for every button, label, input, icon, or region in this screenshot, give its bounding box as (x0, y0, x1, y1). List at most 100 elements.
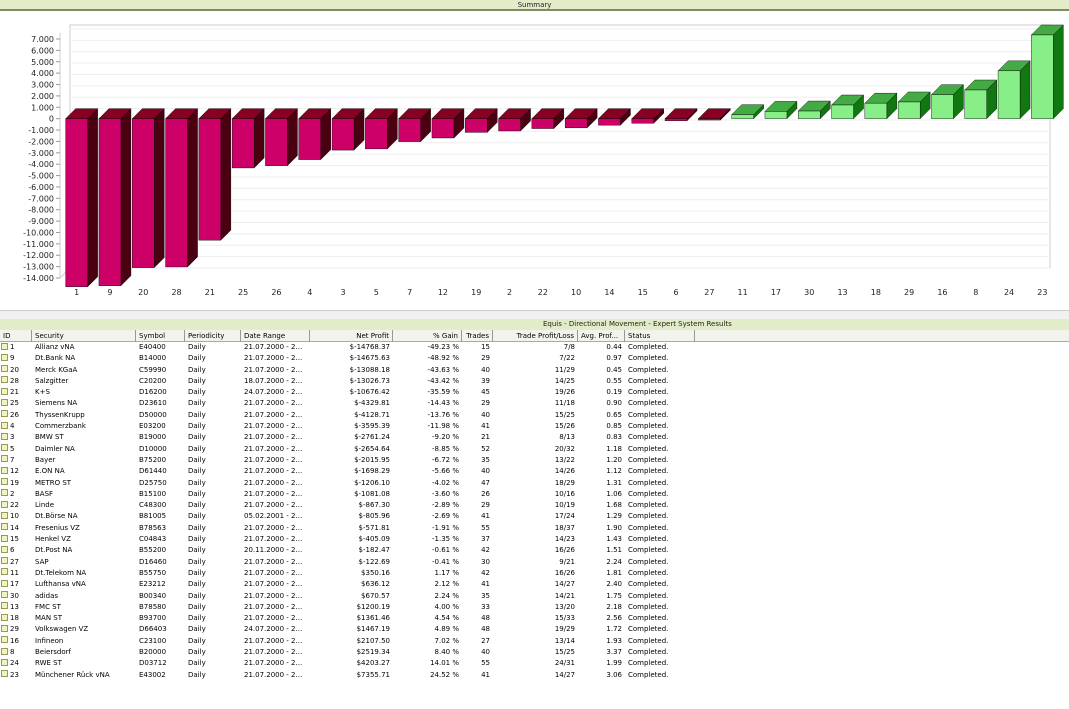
x-tick-label: 27 (704, 288, 714, 297)
cell-symbol: B14000 (139, 354, 167, 363)
cell--gain: 14.01 % (430, 659, 459, 668)
result-icon (1, 613, 8, 621)
cell-security: Allianz vNA (35, 343, 75, 351)
column-header[interactable]: Periodicity (185, 330, 241, 342)
x-tick-label: 17 (771, 288, 781, 297)
cell-security: Dt.Börse NA (35, 512, 78, 521)
table-row[interactable]: 14 Fresenius VZ B78563 Daily 21.07.2000 - 2.… (0, 523, 1069, 534)
y-tick-label: -2.000 (28, 137, 54, 146)
result-icon (1, 398, 8, 406)
table-row[interactable]: 21 K+S D16200 Daily 24.07.2000 - 2... $-10676… (0, 387, 1069, 398)
cell-security: MAN ST (35, 614, 63, 623)
cell-net-profit: $-1698.29 (354, 467, 390, 476)
bar-front (531, 118, 555, 129)
column-header[interactable]: Symbol (136, 330, 185, 342)
bar-side (1053, 24, 1064, 120)
cell-status: Completed. (628, 568, 669, 577)
cell-date-range: 20.11.2000 - 2... (244, 546, 303, 555)
cell-net-profit: $-1206.10 (354, 478, 390, 487)
cell--gain: -49.23 % (427, 343, 459, 351)
cell-id: 24 (10, 659, 19, 668)
table-row[interactable]: 16 Infineon C23100 Daily 21.07.2000 - 2... $2… (0, 636, 1069, 647)
table-row[interactable]: 30 adidas B00340 Daily 21.07.2000 - 2... $670… (0, 591, 1069, 602)
bar-front (1031, 34, 1054, 119)
cell-id-wrap: 13 (0, 602, 32, 613)
table-row[interactable]: 1 Allianz vNA E40400 Daily 21.07.2000 - 2...… (0, 342, 1069, 353)
table-row[interactable]: 11 Dt.Telekom NA B55750 Daily 21.07.2000 - 2… (0, 568, 1069, 579)
table-row[interactable]: 28 Salzgitter C20200 Daily 18.07.2000 - 2...… (0, 376, 1069, 387)
cell-security: BMW ST (35, 433, 64, 442)
table-row[interactable]: 6 Dt.Post NA B55200 Daily 20.11.2000 - 2... $… (0, 545, 1069, 556)
cell-date-range: 21.07.2000 - 2... (244, 444, 303, 453)
table-row[interactable]: 5 Daimler NA D10000 Daily 21.07.2000 - 2... $… (0, 444, 1069, 455)
table-row[interactable]: 22 Linde C48300 Daily 21.07.2000 - 2... $-867… (0, 500, 1069, 511)
results-table: 1 Allianz vNA E40400 Daily 21.07.2000 - 2...… (0, 342, 1069, 681)
cell-date-range: 05.02.2001 - 2... (244, 512, 303, 521)
cell-net-profit: $636.12 (361, 580, 390, 589)
table-row[interactable]: 10 Dt.Börse NA B81005 Daily 05.02.2001 - 2..… (0, 511, 1069, 522)
table-row[interactable]: 9 Dt.Bank NA B14000 Daily 21.07.2000 - 2... $… (0, 353, 1069, 364)
table-row[interactable]: 18 MAN ST B93700 Daily 21.07.2000 - 2... $136… (0, 613, 1069, 624)
column-header[interactable]: Avg. Prof... (578, 330, 625, 342)
bar-7 (398, 108, 432, 143)
column-header[interactable]: Trade Profit/Loss (493, 330, 578, 342)
cell--gain: 2.24 % (434, 591, 459, 600)
cell-net-profit: $-13088.18 (349, 365, 390, 374)
table-row[interactable]: 20 Merck KGaA C59990 Daily 21.07.2000 - 2...… (0, 365, 1069, 376)
table-row[interactable]: 8 Beiersdorf B20000 Daily 21.07.2000 - 2... $… (0, 647, 1069, 658)
table-row[interactable]: 25 Siemens NA D23610 Daily 21.07.2000 - 2...… (0, 398, 1069, 409)
column-header[interactable]: Trades (462, 330, 493, 342)
cell-status: Completed. (628, 388, 669, 397)
bar-front (764, 111, 788, 119)
column-header[interactable]: Net Profit (310, 330, 393, 342)
cell-symbol: D23610 (139, 399, 167, 408)
column-header[interactable]: ID (0, 330, 32, 342)
cell-avg-prof: 2.56 (606, 614, 622, 623)
table-row[interactable]: 7 Bayer B75200 Daily 21.07.2000 - 2... $-2015… (0, 455, 1069, 466)
cell-date-range: 21.07.2000 - 2... (244, 535, 303, 544)
table-row[interactable]: 27 SAP D16460 Daily 21.07.2000 - 2... $-122.6… (0, 557, 1069, 568)
cell-id-wrap: 1 (0, 342, 32, 353)
cell-trade-profit-loss: 15/26 (554, 422, 575, 431)
table-row[interactable]: 13 FMC ST B78580 Daily 21.07.2000 - 2... $120… (0, 602, 1069, 613)
cell-date-range: 24.07.2000 - 2... (244, 388, 303, 397)
table-row[interactable]: 12 E.ON NA D61440 Daily 21.07.2000 - 2... $-1… (0, 466, 1069, 477)
table-row[interactable]: 3 BMW ST B19000 Daily 21.07.2000 - 2... $-276… (0, 432, 1069, 443)
table-row[interactable]: 15 Henkel VZ C04843 Daily 21.07.2000 - 2... $… (0, 534, 1069, 545)
cell-trades: 21 (481, 433, 490, 442)
cell-net-profit: $-571.81 (358, 523, 390, 532)
cell-id-wrap: 22 (0, 500, 32, 511)
cell-trades: 55 (481, 659, 490, 668)
column-header[interactable]: Date Range (241, 330, 310, 342)
bar-front (365, 118, 388, 150)
table-row[interactable]: 19 METRO ST D25750 Daily 21.07.2000 - 2... $-… (0, 478, 1069, 489)
result-icon (1, 365, 8, 373)
column-header[interactable]: Status (625, 330, 695, 342)
cell-security: Commerzbank (35, 422, 86, 431)
cell--gain: 4.54 % (434, 614, 459, 623)
column-header[interactable]: % Gain (393, 330, 462, 342)
table-row[interactable]: 29 Volkswagen VZ D66403 Daily 24.07.2000 - 2… (0, 624, 1069, 635)
cell-trade-profit-loss: 24/31 (554, 659, 575, 668)
cell-id: 29 (10, 625, 19, 634)
cell--gain: -48.92 % (427, 354, 459, 363)
table-row[interactable]: 17 Lufthansa vNA E23212 Daily 21.07.2000 - 2… (0, 579, 1069, 590)
cell-security: Münchener Rück vNA (35, 670, 110, 679)
cell-id: 21 (10, 388, 19, 397)
cell-id: 26 (10, 410, 19, 419)
bar-front (265, 118, 288, 166)
summary-bar-chart: 7.000 6.000 5.000 4.000 3.000 2.000 1.000 0 -1.0… (23, 24, 1064, 297)
table-row[interactable]: 2 BASF B15100 Daily 21.07.2000 - 2... $-1081.… (0, 489, 1069, 500)
cell-status: Completed. (628, 410, 669, 419)
column-header[interactable]: Security (32, 330, 136, 342)
result-icon (1, 670, 8, 678)
table-row[interactable]: 26 ThyssenKrupp D50000 Daily 21.07.2000 - 2.… (0, 410, 1069, 421)
bar-front (465, 118, 488, 133)
table-row[interactable]: 4 Commerzbank E03200 Daily 21.07.2000 - 2...… (0, 421, 1069, 432)
cell-status: Completed. (628, 670, 669, 679)
cell-net-profit: $1200.19 (356, 602, 390, 611)
table-row[interactable]: 24 RWE ST D03712 Daily 21.07.2000 - 2... $420… (0, 658, 1069, 669)
cell-trade-profit-loss: 15/25 (554, 648, 575, 657)
splitter[interactable] (0, 310, 1069, 319)
table-row[interactable]: 23 Münchener Rück vNA E43002 Daily 21.07.200… (0, 670, 1069, 681)
